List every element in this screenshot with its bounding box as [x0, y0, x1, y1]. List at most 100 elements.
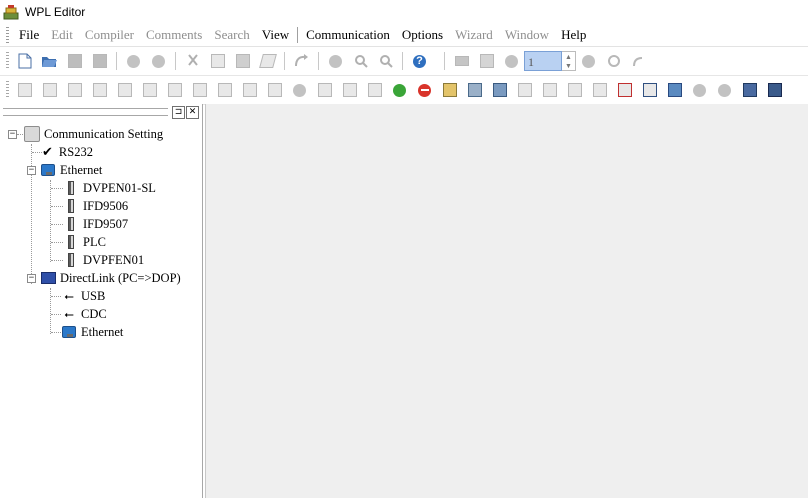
clear-icon[interactable]	[258, 51, 278, 71]
align-icon[interactable]	[590, 80, 610, 100]
run-icon[interactable]	[390, 80, 410, 100]
comment-icon[interactable]	[240, 80, 260, 100]
undo-icon[interactable]	[124, 51, 144, 71]
tree-node-label: Ethernet	[60, 162, 103, 177]
wrap-icon[interactable]	[640, 80, 660, 100]
satellite-icon[interactable]	[490, 80, 510, 100]
chart-icon[interactable]	[115, 80, 135, 100]
tree-line	[51, 242, 63, 244]
menu-edit[interactable]: Edit	[45, 24, 79, 46]
toolbar-grip[interactable]	[6, 52, 9, 70]
panel2-icon[interactable]	[340, 80, 360, 100]
import-icon[interactable]	[440, 80, 460, 100]
stop-icon[interactable]	[579, 51, 599, 71]
tree-node-ifd9506[interactable]: IFD9506	[63, 197, 128, 215]
tree-node-directlink-ethernet[interactable]: Ethernet	[61, 323, 123, 341]
tree-node-communication-setting[interactable]: Communication Setting	[24, 125, 163, 143]
menu-view[interactable]: View	[256, 24, 295, 46]
close-icon[interactable]: ✕	[186, 106, 199, 119]
tree-node-ifd9507[interactable]: IFD9507	[63, 215, 128, 233]
code2-icon[interactable]	[540, 80, 560, 100]
panel-header: ⊐ ✕	[0, 104, 202, 121]
page-icon[interactable]	[265, 80, 285, 100]
refresh-icon[interactable]	[604, 51, 624, 71]
help-icon[interactable]: ?	[410, 51, 430, 71]
export-icon[interactable]	[465, 80, 485, 100]
tree-node-dvpfen01[interactable]: DVPFEN01	[63, 251, 144, 269]
code3-icon[interactable]	[565, 80, 585, 100]
station-input[interactable]: 1	[524, 51, 562, 71]
bulb-icon[interactable]	[290, 80, 310, 100]
toolbar-separator	[175, 52, 176, 70]
toolbar-grip[interactable]	[6, 81, 9, 99]
download-icon[interactable]	[452, 51, 472, 71]
menu-comments[interactable]: Comments	[140, 24, 208, 46]
new-file-icon[interactable]	[15, 51, 35, 71]
monitor-icon[interactable]	[477, 51, 497, 71]
tree-node-label: IFD9506	[83, 198, 129, 213]
stop-red-icon[interactable]	[415, 80, 435, 100]
open-folder-icon[interactable]	[40, 51, 60, 71]
save-icon[interactable]	[65, 51, 85, 71]
sort-icon[interactable]	[615, 80, 635, 100]
plc-module-icon	[63, 216, 79, 232]
expand-directlink-toggle[interactable]: −	[27, 274, 36, 283]
menu-help[interactable]: Help	[555, 24, 592, 46]
menu-wizard[interactable]: Wizard	[449, 24, 499, 46]
connect-icon[interactable]	[765, 80, 785, 100]
online-icon[interactable]	[502, 51, 522, 71]
compile-icon[interactable]	[15, 80, 35, 100]
magnify-icon[interactable]	[690, 80, 710, 100]
menu-file[interactable]: File	[13, 24, 45, 46]
tree-line	[51, 188, 63, 190]
panel-icon[interactable]	[315, 80, 335, 100]
expand-ethernet-toggle[interactable]: −	[27, 166, 36, 175]
screen-icon[interactable]	[140, 80, 160, 100]
tree-node-ethernet[interactable]: Ethernet	[40, 161, 102, 179]
pin-icon[interactable]: ⊐	[172, 106, 185, 119]
table-icon[interactable]	[40, 80, 60, 100]
main-workspace[interactable]	[205, 104, 808, 498]
tree-node-plc[interactable]: PLC	[63, 233, 106, 251]
menu-options[interactable]: Options	[396, 24, 449, 46]
save-all-icon[interactable]	[90, 51, 110, 71]
toolbar-separator	[444, 52, 445, 70]
pen-icon[interactable]	[215, 80, 235, 100]
redo-icon[interactable]	[149, 51, 169, 71]
tree-node-dvpen01-sl[interactable]: DVPEN01-SL	[63, 179, 156, 197]
cut-icon[interactable]	[183, 51, 203, 71]
menu-grip[interactable]	[6, 27, 9, 43]
station-spin-buttons[interactable]: ▲ ▼	[562, 51, 576, 71]
station-spinner[interactable]: 1 ▲ ▼	[524, 51, 576, 71]
code-icon[interactable]	[515, 80, 535, 100]
panel-grip[interactable]	[3, 108, 168, 116]
lan-icon[interactable]	[740, 80, 760, 100]
network-icon[interactable]	[65, 80, 85, 100]
menu-window[interactable]: Window	[499, 24, 555, 46]
panel3-icon[interactable]	[365, 80, 385, 100]
menu-search[interactable]: Search	[208, 24, 255, 46]
zoom-icon[interactable]	[326, 51, 346, 71]
zoom-in-icon[interactable]	[351, 51, 371, 71]
tree-node-cdc[interactable]: ⭠ CDC	[61, 305, 107, 323]
tree-node-directlink[interactable]: DirectLink (PC=>DOP)	[40, 269, 181, 287]
ethernet-icon	[61, 324, 77, 340]
zoom-out-icon[interactable]	[376, 51, 396, 71]
list-icon[interactable]	[190, 80, 210, 100]
jump-icon[interactable]	[292, 51, 312, 71]
tree-node-rs232[interactable]: ✔ RS232	[42, 143, 93, 161]
tree-node-usb[interactable]: ⭠ USB	[61, 287, 105, 305]
plc-module-icon	[63, 198, 79, 214]
image-icon[interactable]	[665, 80, 685, 100]
paste-icon[interactable]	[233, 51, 253, 71]
expand-root-toggle[interactable]: −	[8, 130, 17, 139]
copy-icon[interactable]	[208, 51, 228, 71]
menu-communication[interactable]: Communication	[300, 24, 396, 46]
ip-icon[interactable]	[715, 80, 735, 100]
grid-icon[interactable]	[165, 80, 185, 100]
window-title: WPL Editor	[25, 5, 86, 19]
menu-compiler[interactable]: Compiler	[79, 24, 140, 46]
redirect-icon[interactable]	[629, 51, 649, 71]
plc-module-icon	[63, 234, 79, 250]
device-icon[interactable]	[90, 80, 110, 100]
